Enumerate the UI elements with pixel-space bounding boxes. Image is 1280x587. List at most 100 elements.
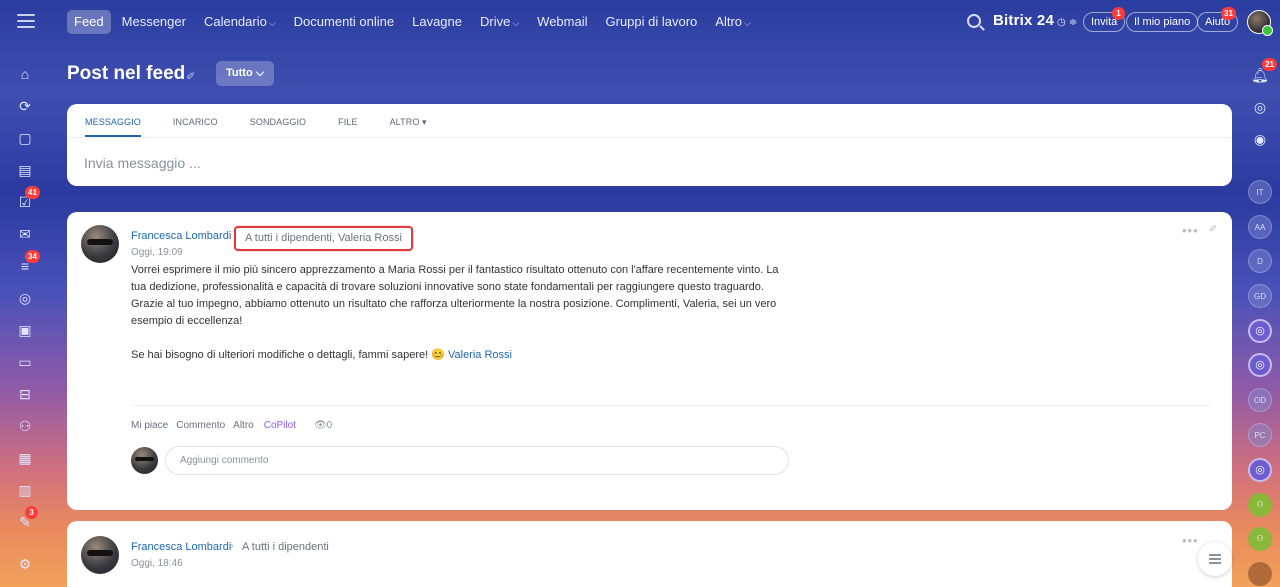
tab-messaggio[interactable]: Messaggio — [85, 115, 141, 137]
chevron-down-icon: ⌵ — [255, 67, 265, 79]
nav-altro[interactable]: Altro ⌵ — [706, 10, 760, 34]
contact-avatar[interactable]: PC — [1248, 423, 1272, 447]
comment-input[interactable]: Aggiungi commento — [165, 446, 789, 475]
views-counter: 👁0 — [313, 420, 333, 431]
feed-post: Francesca Lombardi A tutti i dipendenti,… — [67, 212, 1232, 510]
author-avatar[interactable] — [81, 536, 119, 574]
pin-icon[interactable]: ✐ — [1209, 224, 1217, 235]
page-title: Post nel feed — [67, 63, 186, 84]
copilot-icon[interactable]: ◎ — [1248, 95, 1272, 119]
filter-dropdown[interactable]: Tutto ⌵ — [216, 61, 275, 86]
bell-icon[interactable]: 🔔︎ 21 — [1248, 58, 1277, 87]
group-icon[interactable]: ⚇ — [1248, 493, 1272, 517]
composer-card: Messaggio Incarico Sondaggio File Altro … — [67, 104, 1232, 186]
invite-badge: 1 — [1112, 7, 1125, 20]
copilot-chat-icon[interactable]: ◎ — [1248, 458, 1272, 482]
copilot-chat-icon[interactable]: ◎ — [1248, 319, 1272, 343]
nav-documenti-online[interactable]: Documenti online — [285, 10, 403, 34]
file-icon[interactable]: ▭ — [16, 353, 34, 371]
left-sidebar: ⌂ ⟳ ▢ ▤ ☑ 41 ✉ ≡ 34 ◎ ▣ ▭ ⊟ ⚇ ▦ ▥ ✎ 3 ⚙ — [0, 46, 52, 587]
commenter-avatar — [131, 447, 158, 474]
tab-sondaggio[interactable]: Sondaggio — [250, 115, 306, 137]
contact-avatar[interactable] — [1248, 562, 1272, 586]
nav-messenger[interactable]: Messenger — [113, 10, 195, 34]
document-icon[interactable]: ▤ — [16, 161, 34, 179]
composer-tabs: Messaggio Incarico Sondaggio File Altro … — [85, 115, 459, 137]
tab-incarico[interactable]: Incarico — [173, 115, 218, 137]
author-name[interactable]: Francesca Lombardi — [131, 230, 231, 242]
schedule-icon[interactable]: ▥ — [16, 481, 34, 499]
feed-post: Francesca Lombardi › A tutti i dipendent… — [67, 521, 1232, 587]
mention-link[interactable]: Valeria Rossi — [448, 349, 512, 361]
pin-icon[interactable]: ✐ — [186, 70, 195, 83]
more-icon[interactable]: ••• — [1182, 533, 1199, 548]
home-icon[interactable]: ⌂ — [16, 65, 34, 83]
nav-drive[interactable]: Drive ⌵ — [471, 10, 528, 34]
divider — [131, 405, 1210, 406]
recipients-highlight[interactable]: A tutti i dipendenti, Valeria Rossi — [234, 226, 413, 251]
board-icon[interactable]: ▦ — [16, 449, 34, 467]
right-sidebar: 🔔︎ 21 ◎ ◉ IT AA D GD ◎ ◎ OD PC ◎ ⚇ ⚇ — [1240, 46, 1280, 587]
contact-avatar[interactable]: AA — [1248, 215, 1272, 239]
top-bar: Feed Messenger Calendario ⌵ Documenti onl… — [0, 0, 1280, 46]
contact-avatar[interactable]: D — [1248, 249, 1272, 273]
user-avatar[interactable] — [1247, 10, 1273, 36]
message-input[interactable]: Invia messaggio ... — [84, 155, 201, 171]
group-icon[interactable]: ⚇ — [1248, 527, 1272, 551]
my-plan-button[interactable]: Il mio piano — [1126, 12, 1199, 32]
post-paragraph: Se hai bisogno di ulteriori modifiche o … — [131, 349, 512, 361]
tab-file[interactable]: File — [338, 115, 357, 137]
nav-webmail[interactable]: Webmail — [528, 10, 596, 34]
caret-down-icon: ▾ — [422, 117, 427, 127]
nav-gruppi[interactable]: Gruppi di lavoro — [597, 10, 707, 34]
post-body: Vorrei esprimere il mio più sincero appr… — [131, 262, 791, 381]
nav-feed[interactable]: Feed — [67, 10, 111, 34]
contact-avatar[interactable]: IT — [1248, 180, 1272, 204]
target-icon[interactable]: ◎ — [16, 289, 34, 307]
author-name[interactable]: Francesca Lombardi — [131, 541, 231, 553]
flow-icon[interactable]: ⟳ — [16, 97, 34, 115]
feed-icon[interactable]: ≡ 34 — [16, 250, 40, 275]
like-button[interactable]: Mi piace — [131, 420, 168, 431]
contact-avatar[interactable]: GD — [1248, 284, 1272, 308]
edit-icon[interactable]: ✎ 3 — [16, 506, 38, 531]
top-nav: Feed Messenger Calendario ⌵ Documenti onl… — [67, 10, 760, 34]
post-time[interactable]: Oggi, 19:09 — [131, 247, 183, 258]
scroll-menu-button[interactable] — [1198, 542, 1232, 576]
more-button[interactable]: Altro — [233, 420, 254, 431]
nav-lavagne[interactable]: Lavagne — [403, 10, 471, 34]
tasks-icon[interactable]: ☑ 41 — [16, 186, 40, 211]
hamburger-icon[interactable] — [17, 14, 35, 28]
chat-search-icon[interactable]: ◉ — [1248, 127, 1272, 151]
post-actions: Mi piace Commento Altro CoPilot 👁0 — [131, 420, 340, 431]
tab-altro[interactable]: Altro ▾ — [390, 115, 427, 137]
copilot-button[interactable]: CoPilot — [264, 420, 296, 431]
tasks-badge: 41 — [25, 186, 40, 199]
chevron-down-icon: ⌵ — [744, 18, 751, 28]
search-icon[interactable] — [967, 14, 981, 28]
chevron-down-icon: ⌵ — [512, 18, 520, 28]
author-avatar[interactable] — [81, 225, 119, 263]
users-icon[interactable]: ⚇ — [16, 417, 34, 435]
post-paragraph: Vorrei esprimere il mio più sincero appr… — [131, 264, 779, 327]
nav-calendario[interactable]: Calendario ⌵ — [195, 10, 285, 34]
copilot-chat-icon[interactable]: ◎ — [1248, 353, 1272, 377]
edit-badge: 3 — [25, 506, 38, 519]
chevron-right-icon: › — [230, 540, 234, 552]
divider — [67, 137, 1232, 138]
contact-avatar[interactable]: OD — [1248, 388, 1272, 412]
notification-badge: 21 — [1262, 58, 1277, 71]
more-icon[interactable]: ••• — [1182, 223, 1199, 238]
chat-icon[interactable]: ▢ — [16, 129, 34, 147]
status-play-icon — [1262, 25, 1273, 36]
calendar-icon[interactable]: ▣ — [16, 321, 34, 339]
recipients[interactable]: A tutti i dipendenti — [242, 541, 329, 553]
post-time[interactable]: Oggi, 18:46 — [131, 558, 183, 569]
clock-icon: ◷ ≑ — [1057, 17, 1078, 28]
drive-icon[interactable]: ⊟ — [16, 385, 34, 403]
comment-button[interactable]: Commento — [176, 420, 225, 431]
brand-logo[interactable]: Bitrix 24 ◷ ≑ — [993, 12, 1077, 29]
settings-icon[interactable]: ⚙ — [16, 555, 34, 573]
mail-icon[interactable]: ✉ — [16, 225, 34, 243]
help-badge: 31 — [1221, 7, 1236, 20]
